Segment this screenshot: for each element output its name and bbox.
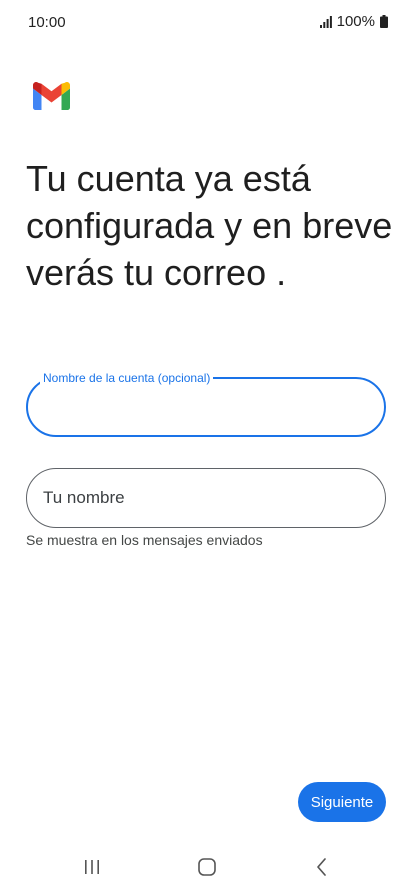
battery-icon (380, 15, 388, 28)
your-name-field[interactable] (26, 468, 386, 528)
signal-icon (319, 15, 332, 28)
your-name-input[interactable] (43, 469, 369, 527)
home-icon[interactable] (198, 858, 216, 876)
battery-percent: 100% (336, 13, 375, 30)
back-icon[interactable] (314, 857, 330, 877)
status-time: 10:00 (28, 14, 66, 31)
next-button[interactable]: Siguiente (298, 782, 386, 822)
your-name-helper-text: Se muestra en los mensajes enviados (26, 532, 263, 548)
status-indicators: 100% (319, 13, 388, 30)
gmail-logo (33, 82, 70, 110)
status-bar: 10:00 100% (0, 0, 412, 46)
account-name-field[interactable]: Nombre de la cuenta (opcional) (26, 370, 386, 437)
recents-icon[interactable] (83, 859, 101, 875)
page-title: Tu cuenta ya está configurada y en breve… (26, 158, 393, 293)
account-name-input[interactable] (44, 379, 368, 435)
system-nav-bar (0, 846, 412, 892)
